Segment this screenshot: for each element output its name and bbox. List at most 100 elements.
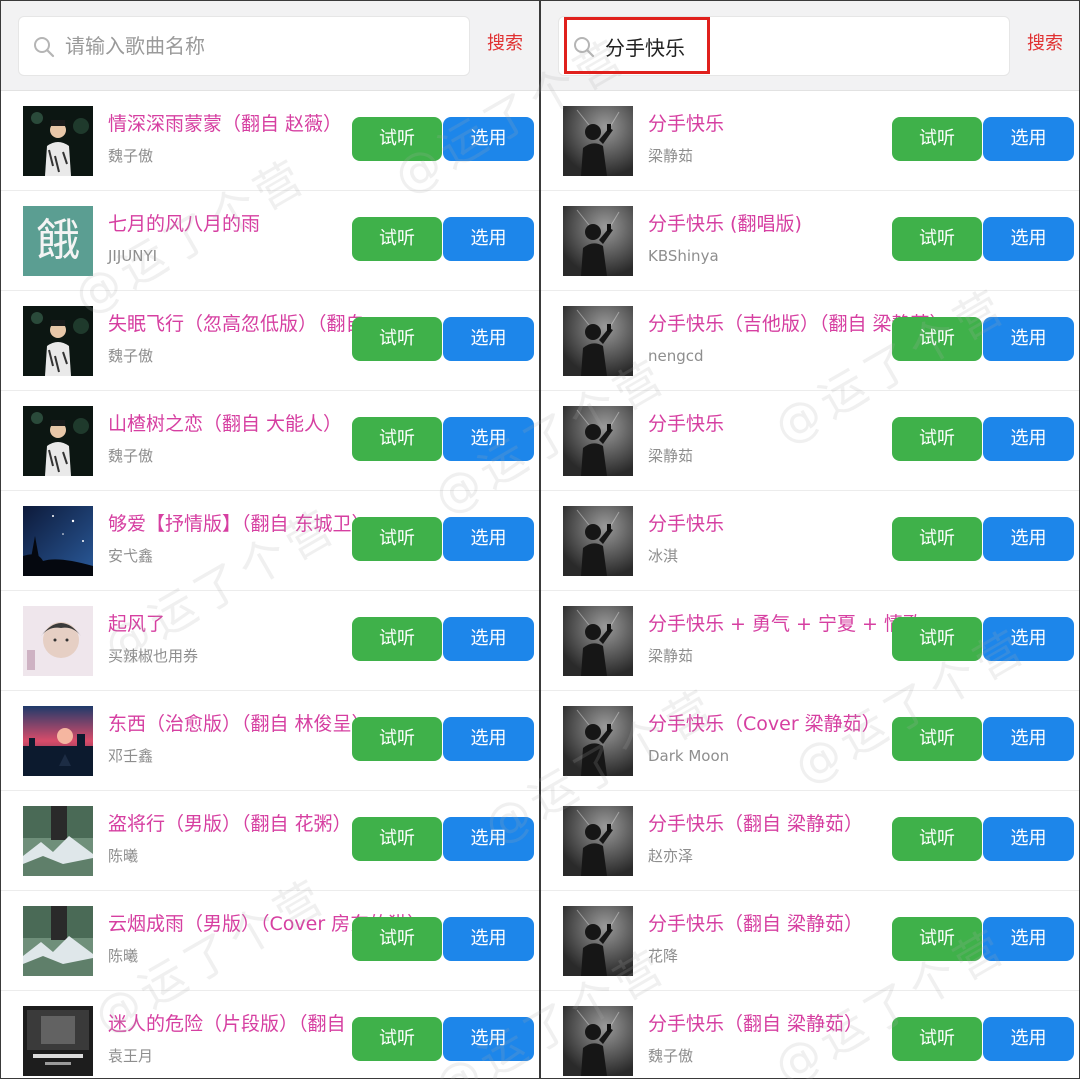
album-cover-image [23,106,93,176]
song-row[interactable]: 分手快乐 (翻唱版) KBShinya 试听 选用 [541,191,1079,291]
song-artist: 安弋鑫 [108,547,154,565]
song-artist: Dark Moon [648,747,730,765]
album-cover-image [23,306,93,376]
select-song-button[interactable]: 选用 [443,817,534,861]
preview-listen-button[interactable]: 试听 [352,817,442,861]
select-song-button[interactable]: 选用 [983,817,1074,861]
select-song-button[interactable]: 选用 [443,917,534,961]
preview-listen-button[interactable]: 试听 [892,217,982,261]
preview-listen-button[interactable]: 试听 [892,717,982,761]
song-artist: 花降 [648,947,679,965]
song-row[interactable]: 够爱【抒情版】（翻自 东城卫） 安弋鑫 试听 选用 [1,491,539,591]
song-row[interactable]: 分手快乐 梁静茹 试听 选用 [541,391,1079,491]
song-artist: 陈曦 [108,947,139,965]
song-row[interactable]: 盗将行（男版）（翻自 花粥） 陈曦 试听 选用 [1,791,539,891]
preview-listen-button[interactable]: 试听 [352,1017,442,1061]
select-song-button[interactable]: 选用 [443,317,534,361]
song-artist: 袁王月 [108,1047,154,1065]
select-song-button[interactable]: 选用 [983,117,1074,161]
song-row[interactable]: 餓七月的风八月的雨 JIJUNYI 试听 选用 [1,191,539,291]
select-song-button[interactable]: 选用 [443,1017,534,1061]
song-row[interactable]: 分手快乐 + 勇气 + 宁夏 + 情歌 梁静茹 试听 选用 [541,591,1079,691]
song-row[interactable]: 起风了 买辣椒也用券 试听 选用 [1,591,539,691]
preview-listen-button[interactable]: 试听 [352,917,442,961]
album-cover-image [23,506,93,576]
select-song-button[interactable]: 选用 [443,717,534,761]
song-row[interactable]: 东西（治愈版）（翻自 林俊呈） 邓壬鑫 试听 选用 [1,691,539,791]
album-cover-image [23,606,93,676]
preview-listen-button[interactable]: 试听 [352,417,442,461]
left-panel: 搜索 情深深雨蒙蒙（翻自 赵薇）魏子傲试听选用餓七月的风八月的雨JIJUNYI试… [0,0,540,1079]
preview-listen-button[interactable]: 试听 [892,817,982,861]
song-row[interactable]: 迷人的危险（片段版）（翻自 袁王月 试听 选用 [1,991,539,1078]
preview-listen-button[interactable]: 试听 [352,517,442,561]
album-cover-image [563,906,633,976]
select-song-button[interactable]: 选用 [443,217,534,261]
song-artist: 梁静茹 [648,647,694,665]
select-song-button[interactable]: 选用 [983,317,1074,361]
song-row[interactable]: 分手快乐 梁静茹 试听 选用 [541,91,1079,191]
song-row[interactable]: 分手快乐（翻自 梁静茹） 魏子傲 试听 选用 [541,991,1079,1078]
preview-listen-button[interactable]: 试听 [892,1017,982,1061]
song-artist: 魏子傲 [648,1047,694,1065]
select-song-button[interactable]: 选用 [983,1017,1074,1061]
song-row[interactable]: 情深深雨蒙蒙（翻自 赵薇） 魏子傲 试听 选用 [1,91,539,191]
search-box[interactable] [558,16,1010,76]
search-bar: 搜索 [1,1,539,91]
select-song-button[interactable]: 选用 [983,217,1074,261]
select-song-button[interactable]: 选用 [983,517,1074,561]
preview-listen-button[interactable]: 试听 [352,717,442,761]
song-row[interactable]: 分手快乐（Cover 梁静茹） Dark Moon 试听 选用 [541,691,1079,791]
select-song-button[interactable]: 选用 [983,617,1074,661]
preview-listen-button[interactable]: 试听 [352,117,442,161]
album-cover-image [23,406,93,476]
search-input[interactable] [605,17,995,75]
album-cover-image [563,806,633,876]
select-song-button[interactable]: 选用 [443,517,534,561]
song-artist: 梁静茹 [648,147,694,165]
select-song-button[interactable]: 选用 [443,417,534,461]
search-button[interactable]: 搜索 [487,31,523,57]
album-cover-image [563,506,633,576]
song-row[interactable]: 失眠飞行（忽高忽低版）（翻自 魏子傲 试听 选用 [1,291,539,391]
album-cover-image [563,406,633,476]
song-row[interactable]: 山楂树之恋（翻自 大能人） 魏子傲 试听 选用 [1,391,539,491]
album-cover-image [563,306,633,376]
select-song-button[interactable]: 选用 [443,117,534,161]
select-song-button[interactable]: 选用 [443,617,534,661]
album-cover-image [563,206,633,276]
search-input[interactable] [65,17,455,75]
album-cover-glyph: 餓 [23,206,93,276]
song-row[interactable]: 分手快乐（吉他版）（翻自 梁静茹） nengcd 试听 选用 [541,291,1079,391]
song-row[interactable]: 分手快乐（翻自 梁静茹） 花降 试听 选用 [541,891,1079,991]
preview-listen-button[interactable]: 试听 [892,117,982,161]
preview-listen-button[interactable]: 试听 [892,417,982,461]
song-artist: 陈曦 [108,847,139,865]
preview-listen-button[interactable]: 试听 [352,617,442,661]
preview-listen-button[interactable]: 试听 [892,317,982,361]
preview-listen-button[interactable]: 试听 [352,317,442,361]
song-artist: 魏子傲 [108,347,154,365]
search-box[interactable] [18,16,470,76]
song-list: 情深深雨蒙蒙（翻自 赵薇） 魏子傲 试听 选用餓七月的风八月的雨 JIJUNYI 试听 选用… [1,91,539,1078]
select-song-button[interactable]: 选用 [983,417,1074,461]
right-panel: 搜索 分手快乐梁静茹试听选用分手快乐 (翻唱版)KBShinya试听选用分手快乐… [540,0,1080,1079]
song-row[interactable]: 分手快乐（翻自 梁静茹） 赵亦泽 试听 选用 [541,791,1079,891]
preview-listen-button[interactable]: 试听 [892,517,982,561]
album-cover-image [563,106,633,176]
preview-listen-button[interactable]: 试听 [352,217,442,261]
song-artist: nengcd [648,347,704,365]
song-row[interactable]: 云烟成雨（男版）（Cover 房东的猫） 陈曦 试听 选用 [1,891,539,991]
song-artist: 魏子傲 [108,447,154,465]
song-artist: 梁静茹 [648,447,694,465]
comparison-panels: 搜索 情深深雨蒙蒙（翻自 赵薇）魏子傲试听选用餓七月的风八月的雨JIJUNYI试… [0,0,1080,1079]
song-row[interactable]: 分手快乐 冰淇 试听 选用 [541,491,1079,591]
select-song-button[interactable]: 选用 [983,917,1074,961]
select-song-button[interactable]: 选用 [983,717,1074,761]
preview-listen-button[interactable]: 试听 [892,617,982,661]
preview-listen-button[interactable]: 试听 [892,917,982,961]
search-icon [573,36,595,58]
song-artist: 魏子傲 [108,147,154,165]
album-cover-image: 餓 [23,206,93,276]
search-button[interactable]: 搜索 [1027,31,1063,57]
